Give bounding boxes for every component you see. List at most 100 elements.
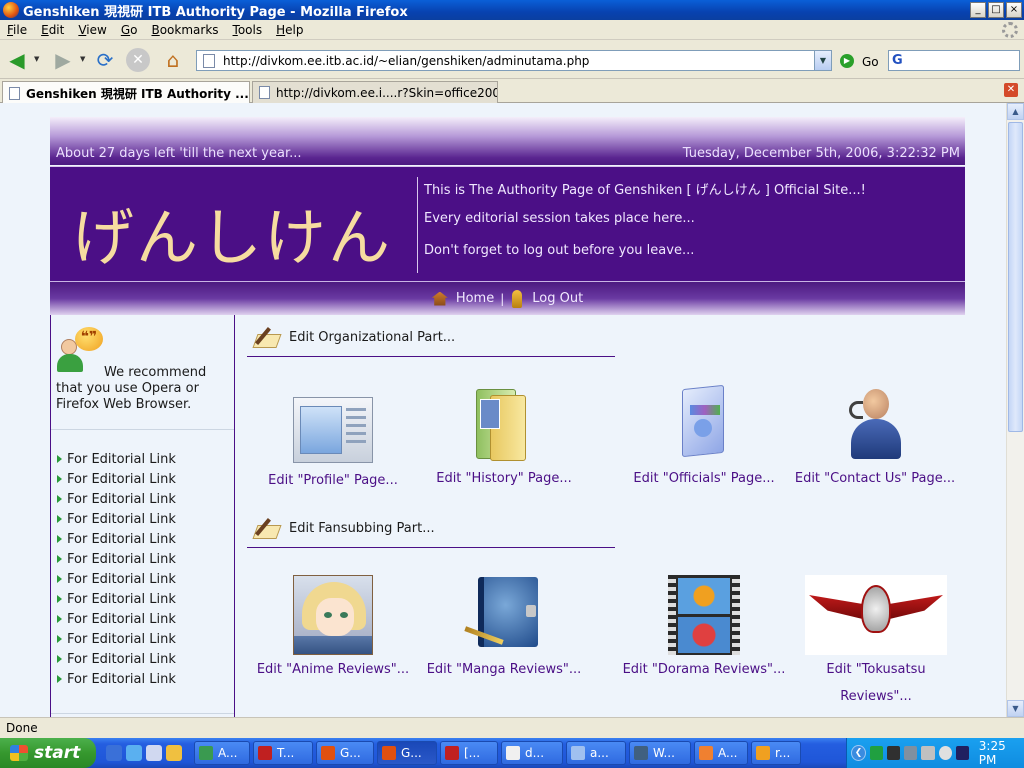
- taskbar-item[interactable]: d...: [501, 741, 563, 765]
- stop-icon[interactable]: ✕: [126, 48, 150, 72]
- tab-genshiken[interactable]: Genshiken 現視研 ITB Authority ...: [2, 81, 250, 104]
- url-dropdown-button[interactable]: ▼: [814, 51, 831, 70]
- menu-edit[interactable]: Edit: [34, 23, 71, 37]
- taskbar: start A... T... G... G... [... d... a...…: [0, 738, 1024, 768]
- menu-bar: File Edit View Go Bookmarks Tools Help: [0, 20, 1024, 40]
- edit-anime-link[interactable]: Edit "Anime Reviews"...: [254, 656, 412, 683]
- start-button[interactable]: start: [0, 738, 96, 768]
- go-icon[interactable]: ▶: [840, 54, 854, 68]
- menu-bookmarks[interactable]: Bookmarks: [144, 23, 225, 37]
- menu-tools[interactable]: Tools: [226, 23, 270, 37]
- home-link[interactable]: Home: [431, 291, 494, 306]
- close-button[interactable]: ×: [1006, 2, 1022, 18]
- bullet-arrow-icon: [57, 455, 62, 463]
- edit-manga-link[interactable]: Edit "Manga Reviews"...: [424, 656, 584, 683]
- folder-icon[interactable]: [166, 745, 182, 761]
- editorial-link[interactable]: For Editorial Link: [57, 549, 176, 569]
- edit-manga-item[interactable]: Edit "Manga Reviews"...: [424, 575, 584, 683]
- back-arrow-icon[interactable]: ◀: [4, 47, 30, 73]
- editorial-link[interactable]: For Editorial Link: [57, 469, 176, 489]
- site-navigation: Home | Log Out: [50, 281, 965, 315]
- taskbar-item[interactable]: a...: [566, 741, 626, 765]
- forward-arrow-icon[interactable]: ▶: [50, 47, 76, 73]
- computer-icon: [634, 746, 648, 760]
- editorial-link[interactable]: For Editorial Link: [57, 669, 176, 689]
- reload-icon[interactable]: ⟳: [92, 47, 118, 73]
- taskbar-item[interactable]: W...: [629, 741, 691, 765]
- tray-icon[interactable]: [955, 746, 969, 760]
- editorial-link[interactable]: For Editorial Link: [57, 589, 176, 609]
- ie-icon[interactable]: [126, 745, 142, 761]
- logout-link[interactable]: Log Out: [512, 289, 583, 308]
- tray-icon[interactable]: [887, 746, 901, 760]
- edit-officials-item[interactable]: Edit "Officials" Page...: [630, 384, 778, 492]
- editorial-link[interactable]: For Editorial Link: [57, 649, 176, 669]
- taskbar-item-active[interactable]: G...: [377, 741, 437, 765]
- home-icon[interactable]: ⌂: [160, 47, 186, 73]
- taskbar-item[interactable]: [...: [440, 741, 498, 765]
- editorial-link[interactable]: For Editorial Link: [57, 509, 176, 529]
- edit-contact-link[interactable]: Edit "Contact Us" Page...: [790, 465, 960, 492]
- edit-history-link[interactable]: Edit "History" Page...: [432, 465, 576, 492]
- volume-icon[interactable]: [921, 746, 935, 760]
- editorial-link[interactable]: For Editorial Link: [57, 629, 176, 649]
- taskbar-item[interactable]: G...: [316, 741, 374, 765]
- minimize-button[interactable]: _: [970, 2, 986, 18]
- navigation-toolbar: ◀ ▼ ▶ ▼ ⟳ ✕ ⌂ http://divkom.ee.itb.ac.id…: [0, 41, 1024, 79]
- page-icon: [203, 53, 215, 68]
- tray-icon[interactable]: [938, 746, 952, 760]
- page-icon: [259, 86, 270, 99]
- section-title: Edit Fansubbing Part...: [289, 521, 435, 536]
- edit-tokusatsu-link-cont[interactable]: Reviews"...: [802, 683, 950, 710]
- page-icon: [9, 86, 20, 100]
- url-bar[interactable]: http://divkom.ee.itb.ac.id/~elian/genshi…: [196, 50, 832, 71]
- editorial-link[interactable]: For Editorial Link: [57, 449, 176, 469]
- editorial-link[interactable]: For Editorial Link: [57, 609, 176, 629]
- menu-view[interactable]: View: [71, 23, 113, 37]
- show-hidden-icons-button[interactable]: ❮: [851, 745, 867, 761]
- forward-history-dropdown[interactable]: ▼: [80, 55, 85, 63]
- throbber-icon: [1002, 22, 1018, 38]
- url-text[interactable]: http://divkom.ee.itb.ac.id/~elian/genshi…: [223, 54, 589, 68]
- menu-help[interactable]: Help: [269, 23, 310, 37]
- edit-profile-link[interactable]: Edit "Profile" Page...: [268, 467, 398, 494]
- edit-dorama-item[interactable]: Edit "Dorama Reviews"...: [620, 575, 788, 683]
- close-tab-icon[interactable]: ✕: [1004, 83, 1018, 97]
- tray-icon[interactable]: [870, 746, 884, 760]
- bullet-arrow-icon: [57, 675, 62, 683]
- clock[interactable]: 3:25 PM: [979, 739, 1024, 767]
- back-history-dropdown[interactable]: ▼: [34, 55, 39, 63]
- edit-anime-item[interactable]: Edit "Anime Reviews"...: [254, 575, 412, 683]
- edit-history-item[interactable]: Edit "History" Page...: [432, 385, 576, 492]
- vertical-scrollbar[interactable]: ▲ ▼: [1006, 103, 1024, 717]
- go-button[interactable]: Go: [862, 55, 879, 69]
- tab-office2003[interactable]: http://divkom.ee.i....r?Skin=office2003: [252, 81, 498, 103]
- edit-profile-item[interactable]: Edit "Profile" Page...: [268, 397, 398, 494]
- search-input[interactable]: G: [888, 50, 1020, 71]
- edit-dorama-link[interactable]: Edit "Dorama Reviews"...: [620, 656, 788, 683]
- tokusatsu-emblem-icon: [805, 575, 947, 655]
- taskbar-item[interactable]: T...: [253, 741, 313, 765]
- scroll-down-button[interactable]: ▼: [1007, 700, 1024, 717]
- edit-contact-item[interactable]: Edit "Contact Us" Page...: [790, 387, 960, 492]
- edit-tokusatsu-item[interactable]: Edit "Tokusatsu Reviews"...: [802, 575, 950, 710]
- edit-tokusatsu-link[interactable]: Edit "Tokusatsu: [802, 656, 950, 683]
- editorial-link[interactable]: For Editorial Link: [57, 489, 176, 509]
- taskbar-item[interactable]: r...: [751, 741, 801, 765]
- maximize-button[interactable]: □: [988, 2, 1004, 18]
- media-player-icon[interactable]: [146, 745, 162, 761]
- menu-go[interactable]: Go: [114, 23, 145, 37]
- taskbar-item[interactable]: A...: [194, 741, 250, 765]
- windows-logo-icon: [10, 745, 28, 761]
- menu-file[interactable]: File: [0, 23, 34, 37]
- edit-officials-link[interactable]: Edit "Officials" Page...: [630, 465, 778, 492]
- editorial-link[interactable]: For Editorial Link: [57, 529, 176, 549]
- taskbar-item[interactable]: A...: [694, 741, 748, 765]
- network-icon[interactable]: [904, 746, 918, 760]
- desktop-icon[interactable]: [106, 745, 122, 761]
- editorial-link[interactable]: For Editorial Link: [57, 569, 176, 589]
- scroll-up-button[interactable]: ▲: [1007, 103, 1024, 120]
- scroll-thumb[interactable]: [1008, 122, 1023, 432]
- tab-bar: Genshiken 現視研 ITB Authority ... http://d…: [0, 79, 1024, 104]
- quill-paper-icon: [252, 326, 283, 350]
